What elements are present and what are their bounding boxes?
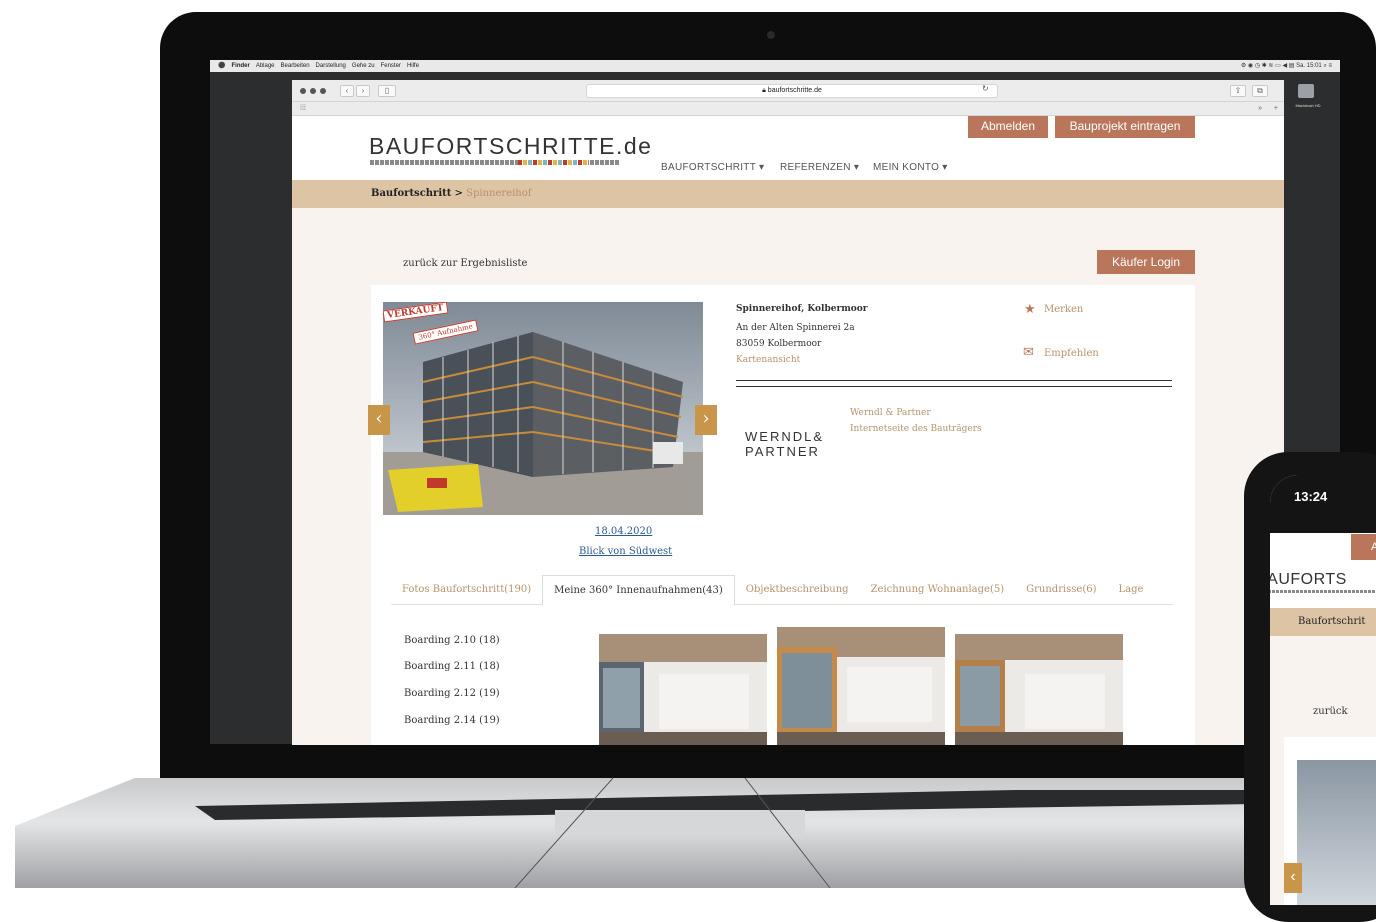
more-bookmarks-icon[interactable]: »	[1258, 102, 1262, 116]
sidebar-item-boarding-2-12[interactable]: Boarding 2.12 (19)	[404, 688, 500, 699]
add-project-button[interactable]: Bauprojekt eintragen	[1055, 116, 1195, 138]
envelope-icon[interactable]: ✉	[1023, 345, 1034, 360]
prev-photo-arrow-icon[interactable]: ‹	[368, 405, 390, 435]
menubar-fenster[interactable]: Fenster	[381, 60, 401, 72]
tab-bar: Fotos Baufortschritt(190) Meine 360° Inn…	[391, 575, 1173, 606]
reload-icon[interactable]: ↻	[982, 84, 989, 93]
zoom-window-button[interactable]	[320, 88, 326, 94]
sidebar-item-boarding-2-14[interactable]: Boarding 2.14 (19)	[404, 715, 500, 726]
new-tab-icon[interactable]: +	[1274, 102, 1278, 116]
breadcrumb-separator: >	[454, 188, 463, 199]
site-header: BAUFORTSCHRITTE.de BAUFORTSCHRITT ▾ REFE…	[292, 116, 1284, 180]
site-logo[interactable]: BAUFORTSCHRITTE.de	[369, 133, 652, 160]
forward-icon[interactable]: ›	[356, 85, 370, 97]
logout-button[interactable]: Abmelden	[968, 116, 1048, 138]
back-to-results-link[interactable]: zurück zur Ergebnisliste	[403, 258, 527, 269]
grid-icon[interactable]: ⁞⁞⁞	[300, 105, 306, 112]
next-photo-arrow-icon[interactable]: ›	[695, 405, 717, 435]
lock-icon: 🔒︎	[762, 87, 766, 94]
phone-status-bar	[1270, 475, 1376, 533]
address-bar[interactable]: 🔒︎ baufortschritte.de	[586, 84, 998, 98]
recommend-link[interactable]: Empfehlen	[1044, 348, 1099, 359]
tab-lage[interactable]: Lage	[1108, 575, 1155, 604]
tab-360-innenaufnahmen[interactable]: Meine 360° Innenaufnahmen(43)	[542, 575, 735, 606]
phone-clock-label: 13:24	[1294, 489, 1328, 504]
sidebar-icon[interactable]: ▯	[378, 85, 396, 97]
share-icon[interactable]: ⇧	[1230, 85, 1246, 97]
menubar-gehe-zu[interactable]: Gehe zu	[352, 60, 375, 72]
project-card: VERKAUFT 360° Aufnahme ‹ › 18.04.2020 Bl…	[368, 285, 1195, 745]
phone-prev-arrow-icon[interactable]: ‹	[1284, 863, 1302, 893]
notification-icon[interactable]: ≡	[1328, 63, 1332, 69]
menubar-finder[interactable]: Finder	[231, 60, 249, 72]
status-icons[interactable]: ⚙ ◉ ◷ ✱ ≋ ▭ ◀ ▤	[1241, 63, 1295, 69]
apple-icon[interactable]: ⚫	[218, 60, 225, 72]
phone-logout-button[interactable]: A	[1351, 534, 1376, 560]
menubar-hilfe[interactable]: Hilfe	[407, 60, 419, 72]
favorites-bar: ⁞⁞⁞ » +	[292, 102, 1284, 116]
tab-fotos-baufortschritt[interactable]: Fotos Baufortschritt(190)	[391, 575, 542, 604]
phone-project-photo[interactable]	[1297, 760, 1376, 905]
divider	[736, 386, 1172, 387]
sidebar-item-boarding-2-11[interactable]: Boarding 2.11 (18)	[404, 661, 500, 672]
menubar: ⚫ Finder Ablage Bearbeiten Darstellung G…	[210, 60, 1340, 72]
phone-breadcrumb[interactable]: Baufortschrit	[1270, 608, 1376, 636]
close-window-button[interactable]	[300, 88, 306, 94]
pano-thumbnail[interactable]	[955, 634, 1123, 745]
bookmark-link[interactable]: Merken	[1044, 304, 1083, 315]
menubar-clock[interactable]: Sa. 15:01	[1296, 63, 1322, 69]
nav-referenzen[interactable]: REFERENZEN ▾	[780, 162, 859, 173]
project-street: An der Alten Spinnerei 2a	[736, 323, 855, 333]
minimize-window-button[interactable]	[310, 88, 316, 94]
star-icon[interactable]: ★	[1024, 302, 1036, 317]
photo-date[interactable]: 18.04.2020	[595, 526, 652, 537]
camera	[767, 31, 775, 39]
menubar-status: ⚙ ◉ ◷ ✱ ≋ ▭ ◀ ▤ Sa. 15:01 ⌕ ≡	[1241, 60, 1332, 72]
developer-website-link[interactable]: Internetseite des Bauträgers	[850, 424, 982, 434]
back-icon[interactable]: ‹	[340, 85, 354, 97]
phone-site-logo[interactable]: BAUFORTS	[1270, 571, 1347, 589]
nav-mein-konto[interactable]: MEIN KONTO ▾	[873, 162, 948, 173]
divider	[736, 380, 1172, 381]
sidebar-item-boarding-2-10[interactable]: Boarding 2.10 (18)	[404, 635, 500, 646]
hard-drive-label: Macintosh HD	[1295, 103, 1321, 108]
tab-grundrisse[interactable]: Grundrisse(6)	[1015, 575, 1107, 604]
project-title: Spinnereihof, Kolbermoor	[736, 304, 868, 314]
developer-logo[interactable]: WERNDL& PARTNER	[745, 429, 824, 459]
web-page: BAUFORTSCHRITTE.de BAUFORTSCHRITT ▾ REFE…	[292, 116, 1284, 745]
logo-color-stripe	[518, 160, 588, 165]
breadcrumb: Baufortschritt > Spinnereihof	[292, 180, 1284, 208]
pano-thumbnail[interactable]	[777, 627, 945, 745]
menubar-bearbeiten[interactable]: Bearbeiten	[281, 60, 310, 72]
url-text: baufortschritte.de	[767, 87, 822, 94]
browser-window: ‹ › ▯ 🔒︎ baufortschritte.de ↻ ⇧ ⧉ ⁞⁞⁞ » …	[292, 80, 1284, 745]
developer-name[interactable]: Werndl & Partner	[850, 408, 931, 418]
photo-caption[interactable]: Blick von Südwest	[579, 546, 672, 557]
nav-baufortschritt[interactable]: BAUFORTSCHRITT ▾	[661, 162, 764, 173]
phone-logo-stripe	[1270, 590, 1376, 593]
phone-screen: 13:24 A BAUFORTS Baufortschrit zurück ‹	[1270, 475, 1376, 905]
tab-objektbeschreibung[interactable]: Objektbeschreibung	[735, 575, 860, 604]
project-photo[interactable]: VERKAUFT 360° Aufnahme	[383, 302, 703, 515]
tabs-overview-icon[interactable]: ⧉	[1252, 85, 1268, 97]
phone-back-link[interactable]: zurück	[1313, 706, 1348, 717]
menubar-darstellung[interactable]: Darstellung	[316, 60, 346, 72]
buyer-login-button[interactable]: Käufer Login	[1097, 250, 1195, 274]
menubar-ablage[interactable]: Ablage	[256, 60, 275, 72]
map-link[interactable]: Kartenansicht	[736, 355, 800, 365]
breadcrumb-root[interactable]: Baufortschritt	[371, 188, 451, 199]
hard-drive-icon[interactable]	[1298, 84, 1314, 98]
tab-zeichnung-wohnanlage[interactable]: Zeichnung Wohnanlage(5)	[860, 575, 1016, 604]
spotlight-icon[interactable]: ⌕	[1323, 63, 1326, 69]
laptop-base	[15, 777, 1255, 889]
project-city: 83059 Kolbermoor	[736, 339, 822, 349]
pano-thumbnail[interactable]	[599, 634, 767, 745]
browser-toolbar: ‹ › ▯ 🔒︎ baufortschritte.de ↻ ⇧ ⧉	[292, 80, 1284, 102]
breadcrumb-current: Spinnereihof	[466, 188, 532, 199]
